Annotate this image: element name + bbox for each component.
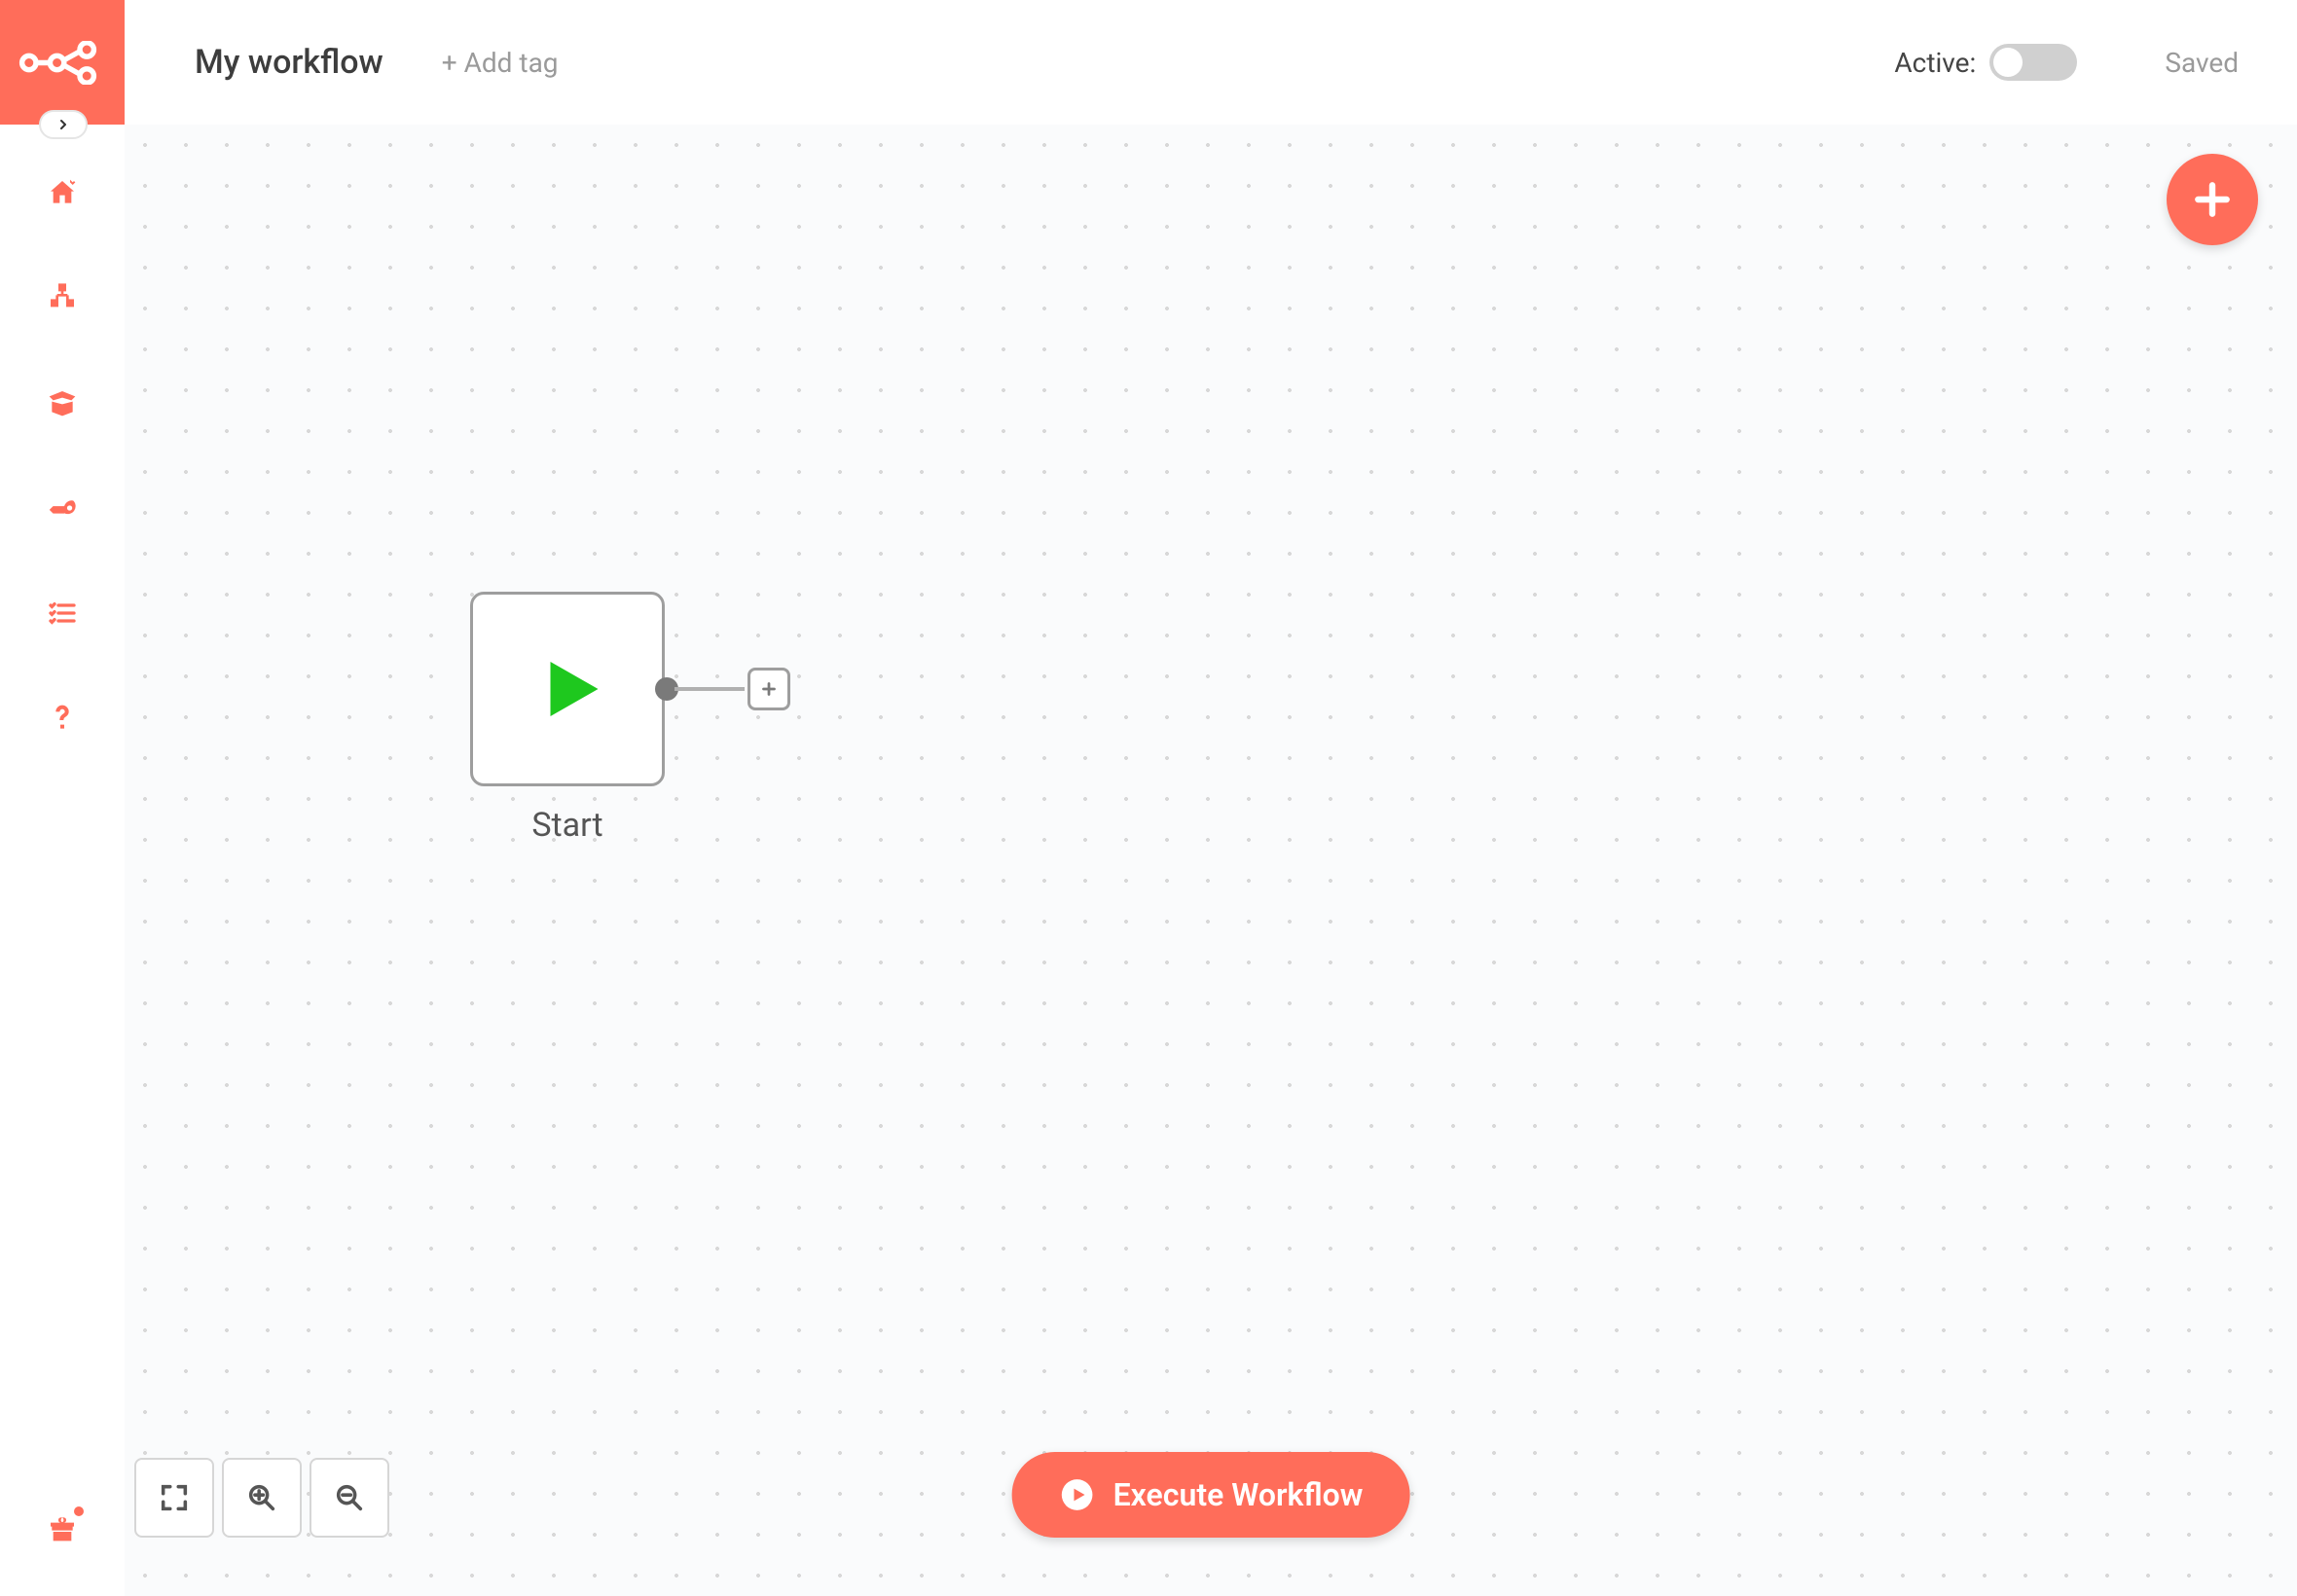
app-logo[interactable] (0, 0, 125, 125)
zoom-out-icon (333, 1481, 366, 1514)
sidebar-item-gift[interactable] (43, 1508, 82, 1547)
play-icon (527, 648, 608, 730)
zoom-fit-button[interactable] (134, 1458, 214, 1538)
plus-icon (2191, 178, 2234, 221)
sidebar-item-help[interactable] (43, 699, 82, 738)
zoom-controls (134, 1458, 389, 1538)
node-connector-wire (675, 687, 745, 691)
workflow-canvas[interactable]: Start Execute Workflow (125, 125, 2297, 1596)
topbar-right: Active: Saved (1894, 44, 2239, 81)
toggle-knob-icon (1993, 48, 2023, 77)
workflows-icon (47, 282, 78, 313)
sidebar-item-templates[interactable] (43, 383, 82, 422)
node-add-downstream[interactable] (747, 668, 790, 710)
active-label: Active: (1894, 47, 1976, 79)
plus-small-icon (758, 678, 780, 700)
add-tag-button[interactable]: + Add tag (442, 47, 559, 79)
sidebar (0, 0, 125, 1596)
active-toggle[interactable] (1989, 44, 2077, 81)
play-circle-icon (1059, 1476, 1096, 1513)
save-status: Saved (2165, 47, 2239, 79)
active-toggle-group: Active: (1894, 44, 2077, 81)
list-check-icon (47, 598, 78, 629)
sidebar-item-credentials[interactable] (43, 489, 82, 527)
sidebar-expand-toggle[interactable] (39, 110, 88, 139)
execute-workflow-button[interactable]: Execute Workflow (1012, 1452, 1410, 1538)
add-node-fab[interactable] (2167, 154, 2258, 245)
sidebar-bottom (43, 1508, 82, 1547)
gift-icon (47, 1512, 78, 1543)
sidebar-item-workflows[interactable] (43, 278, 82, 317)
n8n-logo-icon (18, 41, 106, 85)
box-open-icon (47, 387, 78, 418)
node-start-label: Start (470, 806, 665, 845)
workflow-name[interactable]: My workflow (195, 43, 383, 82)
zoom-in-icon (245, 1481, 278, 1514)
sidebar-nav (43, 173, 82, 738)
sidebar-item-executions[interactable] (43, 594, 82, 633)
chevron-right-icon (55, 117, 71, 132)
node-start[interactable] (470, 592, 665, 786)
notification-dot-icon (74, 1506, 84, 1516)
question-icon (47, 703, 78, 734)
zoom-out-button[interactable] (310, 1458, 389, 1538)
zoom-in-button[interactable] (222, 1458, 302, 1538)
key-icon (47, 492, 78, 524)
expand-icon (158, 1481, 191, 1514)
execute-workflow-label: Execute Workflow (1113, 1476, 1364, 1513)
home-icon (47, 177, 78, 208)
sidebar-item-home[interactable] (43, 173, 82, 212)
topbar: My workflow + Add tag Active: Saved (125, 0, 2297, 125)
